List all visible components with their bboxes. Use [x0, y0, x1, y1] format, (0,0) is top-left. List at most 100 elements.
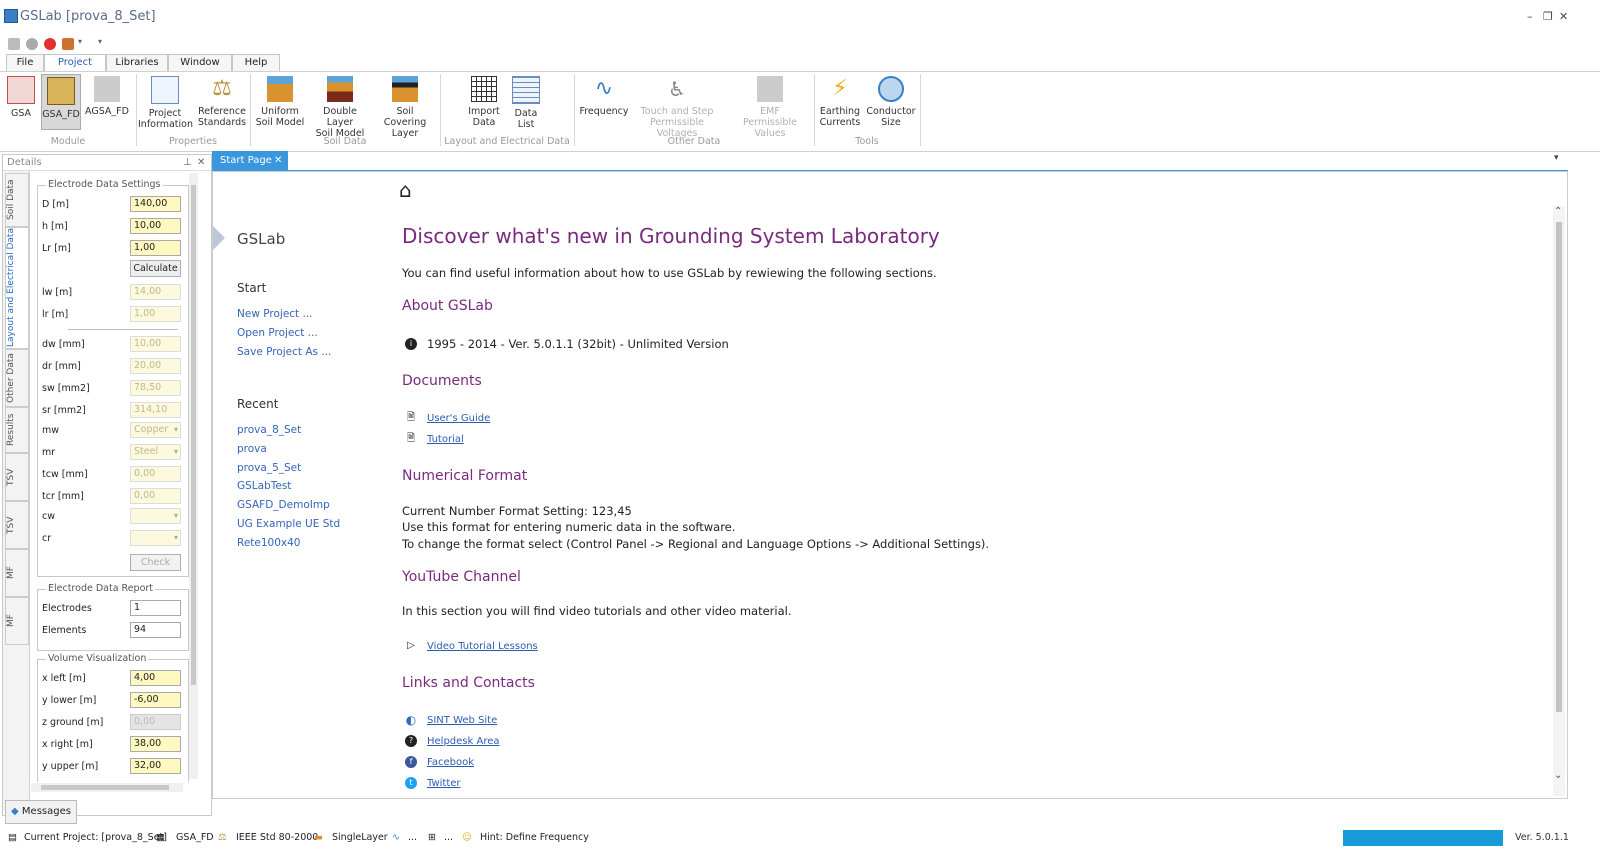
messages-button[interactable]: ◆ Messages — [5, 800, 77, 824]
minimize-icon[interactable]: – — [1527, 10, 1533, 23]
lr-small-input[interactable]: 1,00 — [130, 306, 181, 322]
status-other: ... — [444, 832, 454, 843]
recent-item[interactable]: GSLabTest — [237, 480, 291, 492]
sint-web-icon: ◐ — [405, 713, 417, 727]
check-button[interactable]: Check — [130, 554, 181, 571]
save-project-as-link[interactable]: Save Project As ... — [237, 346, 331, 358]
electrodes-value: 1 — [130, 600, 181, 616]
vertical-scrollbar[interactable] — [189, 173, 198, 779]
double-layer-soil-model-button[interactable]: Double Layer Soil Model — [310, 74, 370, 139]
soil-covering-layer-button[interactable]: Soil Covering Layer — [374, 74, 436, 139]
close-project-icon[interactable] — [44, 38, 56, 50]
lightning-icon: ⚡ — [832, 76, 848, 101]
h-input[interactable]: 10,00 — [130, 218, 181, 234]
y-lower-input[interactable]: -6,00 — [130, 692, 181, 708]
close-tab-icon[interactable]: ✕ — [274, 151, 282, 170]
document-icon: 🗎 — [406, 412, 416, 423]
agsa-fd-button[interactable]: AGSA_FD — [84, 74, 130, 117]
recent-item[interactable]: prova — [237, 443, 267, 455]
h-scroll-thumb[interactable] — [41, 785, 169, 790]
cr-select[interactable] — [130, 530, 181, 546]
uniform-soil-model-button[interactable]: Uniform Soil Model — [253, 74, 307, 128]
save-icon[interactable] — [26, 38, 38, 50]
open-icon[interactable] — [8, 38, 20, 50]
scroll-up-icon[interactable]: ⌃ — [1554, 206, 1562, 217]
dr-input[interactable]: 20,00 — [130, 358, 181, 374]
emf-permissible-values-button[interactable]: EMF Permissible Values — [728, 74, 812, 139]
chevron-down-icon[interactable]: ▾ — [78, 37, 82, 46]
tcw-input[interactable]: 0,00 — [130, 466, 181, 482]
close-icon[interactable]: ✕ — [1559, 10, 1568, 23]
x-left-input[interactable]: 4,00 — [130, 670, 181, 686]
content-scrollbar[interactable]: ⌃ ⌄ — [1553, 206, 1565, 796]
tools-icon[interactable] — [62, 38, 74, 50]
facebook-link[interactable]: Facebook — [427, 757, 474, 768]
sint-web-site-link[interactable]: SINT Web Site — [427, 715, 497, 726]
vtab-soil-data[interactable]: Soil Data — [5, 173, 29, 227]
lw-input[interactable]: 14,00 — [130, 284, 181, 300]
users-guide-link[interactable]: User's Guide — [427, 413, 490, 424]
dw-input[interactable]: 10,00 — [130, 336, 181, 352]
gsa-fd-button[interactable]: GSA_FD — [41, 74, 81, 130]
reference-standards-button[interactable]: ⚖ Reference Standards — [196, 74, 248, 128]
conductor-size-button[interactable]: Conductor Size — [866, 74, 916, 128]
z-ground-input[interactable]: 0,00 — [130, 714, 181, 730]
tcr-input[interactable]: 0,00 — [130, 488, 181, 504]
tutorial-link[interactable]: Tutorial — [427, 434, 464, 445]
calculate-button[interactable]: Calculate — [130, 260, 181, 277]
gsa-button[interactable]: GSA — [4, 74, 38, 119]
open-project-link[interactable]: Open Project ... — [237, 327, 318, 339]
project-information-button[interactable]: Project Information — [138, 74, 193, 130]
recent-item[interactable]: prova_8_Set — [237, 424, 301, 436]
touch-step-voltages-button[interactable]: ♿ Touch and Step Permissible Voltages — [632, 74, 722, 139]
tab-list-chevron-icon[interactable]: ▾ — [1554, 153, 1559, 163]
vtab-tsv-1[interactable]: TSV — [5, 453, 29, 501]
tab-libraries[interactable]: Libraries — [106, 54, 168, 71]
tab-file[interactable]: File — [6, 54, 44, 71]
pin-icon[interactable]: ⊥ — [183, 155, 192, 170]
helpdesk-area-link[interactable]: Helpdesk Area — [427, 736, 500, 747]
tab-project[interactable]: Project — [44, 54, 106, 72]
tab-help[interactable]: Help — [232, 54, 280, 71]
group-label-module: Module — [50, 136, 86, 147]
vtab-mf-1[interactable]: MF — [5, 549, 29, 597]
scroll-thumb[interactable] — [191, 185, 196, 685]
tab-window[interactable]: Window — [168, 54, 232, 71]
y-upper-input[interactable]: 32,00 — [130, 758, 181, 774]
close-panel-icon[interactable]: ✕ — [197, 155, 205, 170]
vtab-results[interactable]: Results — [5, 407, 29, 453]
recent-item[interactable]: GSAFD_DemoImp — [237, 499, 330, 511]
recent-item[interactable]: Rete100x40 — [237, 537, 300, 549]
home-icon[interactable]: ⌂ — [399, 178, 412, 202]
earthing-currents-button[interactable]: ⚡ Earthing Currents — [816, 74, 864, 128]
sw-input[interactable]: 78,50 — [130, 380, 181, 396]
cw-select[interactable] — [130, 508, 181, 524]
d-input[interactable]: 140,00 — [130, 196, 181, 212]
info-icon: i — [405, 338, 417, 350]
customize-icon[interactable]: ▾ — [98, 37, 102, 46]
vtab-tsv-2[interactable]: TSV — [5, 501, 29, 549]
restore-icon[interactable]: ❐ — [1543, 10, 1553, 23]
tab-start-page[interactable]: Start Page ✕ — [212, 151, 288, 170]
vtab-other-data[interactable]: Other Data — [5, 349, 29, 407]
recent-item[interactable]: UG Example UE Std — [237, 518, 340, 530]
data-list-button[interactable]: Data List — [506, 74, 546, 130]
sr-input[interactable]: 314,10 — [130, 402, 181, 418]
twitter-link[interactable]: Twitter — [427, 778, 461, 789]
import-data-button[interactable]: Import Data — [462, 74, 506, 128]
mr-select[interactable]: Steel — [130, 444, 181, 460]
scroll-down-icon[interactable]: ⌄ — [1554, 770, 1562, 781]
mw-select[interactable]: Copper — [130, 422, 181, 438]
vertical-tabs: Soil Data Layout and Electrical Data Oth… — [3, 171, 30, 811]
x-right-input[interactable]: 38,00 — [130, 736, 181, 752]
vtab-mf-2[interactable]: MF — [5, 597, 29, 645]
video-tutorial-link[interactable]: Video Tutorial Lessons — [427, 641, 538, 652]
lr-input[interactable]: 1,00 — [130, 240, 181, 256]
group-label-tools: Tools — [855, 136, 879, 147]
horizontal-scrollbar[interactable] — [31, 783, 183, 792]
new-project-link[interactable]: New Project ... — [237, 308, 313, 320]
recent-item[interactable]: prova_5_Set — [237, 462, 301, 474]
content-scroll-thumb[interactable] — [1556, 222, 1562, 712]
vtab-layout-electrical[interactable]: Layout and Electrical Data — [5, 227, 29, 349]
frequency-button[interactable]: ∿ Frequency — [578, 74, 630, 117]
